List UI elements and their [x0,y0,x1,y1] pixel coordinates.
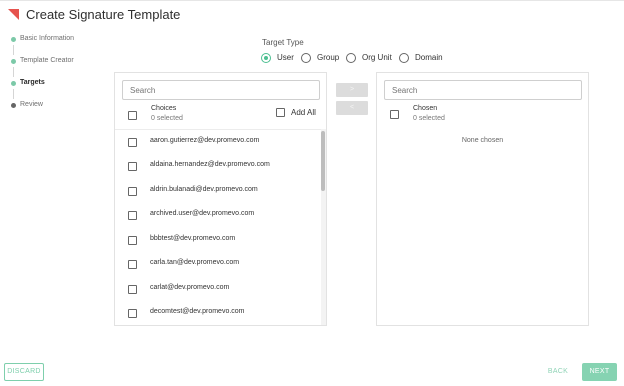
target-type-label: Target Type [262,38,304,47]
step-dot [11,59,16,64]
item-checkbox[interactable] [128,138,137,147]
top-divider [0,0,624,1]
radio-label: Org Unit [362,53,392,62]
item-email: carlat@dev.promevo.com [150,284,230,291]
list-item[interactable]: aldaina.hernandez@dev.promevo.com [115,154,320,178]
chosen-select-all-checkbox[interactable] [390,110,399,119]
item-email: archived.user@dev.promevo.com [150,210,255,217]
stepper-connector [13,45,14,55]
list-item[interactable]: aaron.gutierrez@dev.promevo.com [115,130,320,154]
chosen-selected-count: 0 selected [413,115,445,122]
item-checkbox[interactable] [128,309,137,318]
radio-button[interactable] [261,53,271,63]
choices-panel: Choices 0 selected Add All aaron.gutierr… [114,72,327,326]
radio-label: Domain [415,53,443,62]
radio-label: User [277,53,294,62]
add-all-checkbox[interactable] [276,108,285,117]
list-item[interactable]: archived.user@dev.promevo.com [115,203,320,227]
item-checkbox[interactable] [128,187,137,196]
choices-title: Choices [151,105,177,112]
radio-button[interactable] [301,53,311,63]
radio-button[interactable] [399,53,409,63]
list-item[interactable]: bbbtest@dev.promevo.com [115,228,320,252]
radio-label: Group [317,53,340,62]
logo-icon [8,9,19,20]
chosen-search-input[interactable] [384,80,582,100]
step-label: Template Creator [20,57,74,64]
item-email: decomtest@dev.promevo.com [150,308,245,315]
back-button[interactable]: BACK [543,363,573,381]
list-item[interactable]: aldrin.bulanadi@dev.promevo.com [115,179,320,203]
list-item[interactable]: carlat@dev.promevo.com [115,277,320,301]
add-all-label[interactable]: Add All [291,108,316,117]
step-dot [11,81,16,86]
chosen-title: Chosen [413,105,438,112]
step-dot [11,37,16,42]
choices-search-input[interactable] [122,80,320,100]
scrollbar-thumb[interactable] [321,131,325,191]
item-checkbox[interactable] [128,260,137,269]
discard-button[interactable]: DISCARD [4,363,44,381]
choices-select-all-checkbox[interactable] [128,111,137,120]
list-item[interactable]: carla.tan@dev.promevo.com [115,252,320,276]
item-email: bbbtest@dev.promevo.com [150,235,236,242]
item-email: aldaina.hernandez@dev.promevo.com [150,161,270,168]
step-label: Targets [20,79,45,86]
chosen-panel: Chosen 0 selected None chosen [376,72,589,326]
move-right-button[interactable]: > [336,83,368,97]
item-email: aldrin.bulanadi@dev.promevo.com [150,186,258,193]
next-button[interactable]: NEXT [582,363,617,381]
stepper-connector [13,67,14,77]
step-label: Basic Information [20,35,75,42]
choices-list[interactable]: aaron.gutierrez@dev.promevo.com aldaina.… [115,129,326,325]
choices-scrollbar[interactable] [321,129,326,325]
move-left-button[interactable]: < [336,101,368,115]
list-item[interactable]: decomtest@dev.promevo.com [115,301,320,325]
step-dot [11,103,16,108]
item-checkbox[interactable] [128,236,137,245]
chosen-empty-text: None chosen [461,137,504,144]
item-checkbox[interactable] [128,211,137,220]
stepper-connector [13,89,14,99]
choices-selected-count: 0 selected [151,115,183,122]
step-label: Review [20,101,43,108]
item-checkbox[interactable] [128,285,137,294]
item-email: carla.tan@dev.promevo.com [150,259,240,266]
radio-button[interactable] [346,53,356,63]
item-checkbox[interactable] [128,162,137,171]
page-title: Create Signature Template [26,7,181,22]
item-email: aaron.gutierrez@dev.promevo.com [150,137,260,144]
